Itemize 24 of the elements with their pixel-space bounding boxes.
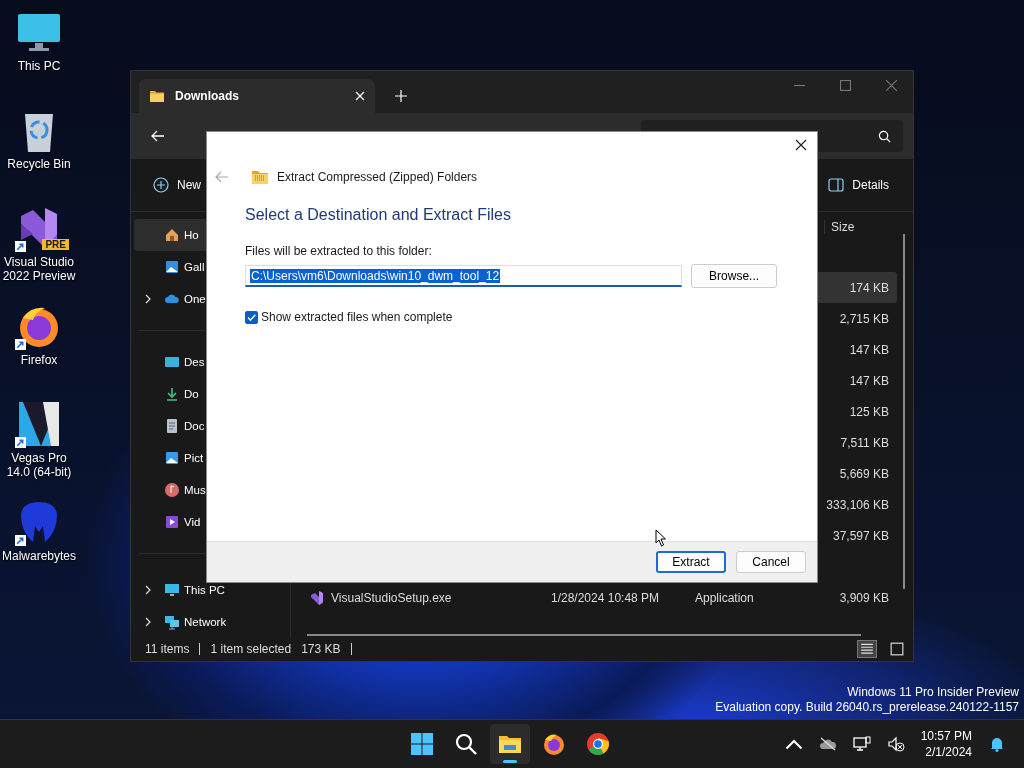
build-watermark: Windows 11 Pro Insider Preview <box>847 685 1019 700</box>
preview-badge: PRE <box>42 239 69 250</box>
file-name: VisualStudioSetup.exe <box>331 590 452 605</box>
field-label: Files will be extracted to this folder: <box>245 244 433 258</box>
size-cell-text: 333,106 KB <box>826 497 890 512</box>
tab-title: Downloads <box>175 89 240 103</box>
size-cell-text: 125 KB <box>849 404 890 419</box>
clock-time: 10:57 PM <box>920 728 972 744</box>
size-cell-text: 7,511 KB <box>840 435 890 450</box>
date-cell-text: 1/28/2024 10:48 PM <box>551 590 661 605</box>
size-cell-text: 5,669 KB <box>839 466 890 481</box>
build-watermark: Evaluation copy. Build 26040.rs_prerelease.240122-1157 <box>715 700 1019 715</box>
clock-date: 2/1/2024 <box>925 744 972 760</box>
size-cell-text: 147 KB <box>849 342 890 357</box>
dialog-title: Extract Compressed (Zipped) Folders <box>277 170 478 184</box>
size-cell-text: 174 KB <box>849 280 890 295</box>
size-cell-text: 147 KB <box>849 373 890 388</box>
selection-size: 173 KB <box>301 642 341 656</box>
size-cell-text: 3,909 KB <box>839 590 890 605</box>
size-cell-text: 37,597 KB <box>832 528 890 543</box>
item-count: 11 items <box>145 642 190 656</box>
type-cell-text: Application <box>695 590 755 605</box>
selection-count: 1 item selected <box>210 642 292 656</box>
dialog-heading: Select a Destination and Extract Files <box>245 206 512 224</box>
